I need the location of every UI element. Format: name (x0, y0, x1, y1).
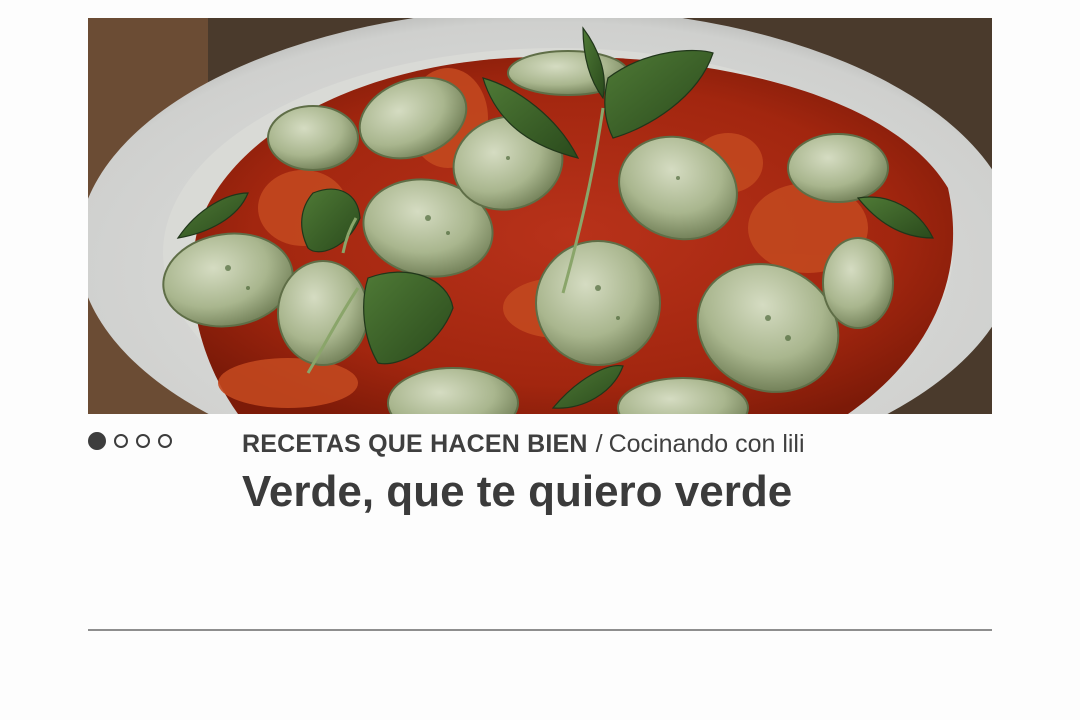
slide-image[interactable] (88, 18, 992, 414)
hero-slider[interactable] (88, 18, 992, 414)
slide-caption: RECETAS QUE HACEN BIEN / Cocinando con lil… (242, 426, 982, 520)
slider-dot-2[interactable] (114, 434, 128, 448)
author-link[interactable]: Cocinando con lili (609, 430, 805, 458)
slider-pagination (88, 432, 172, 450)
divider (88, 629, 992, 631)
slider-dot-1[interactable] (88, 432, 106, 450)
meta-separator: / (595, 430, 603, 458)
section-link[interactable]: RECETAS QUE HACEN BIEN (242, 430, 588, 458)
article-title[interactable]: Verde, que te quiero verde (242, 464, 982, 520)
slider-dot-4[interactable] (158, 434, 172, 448)
article-meta: RECETAS QUE HACEN BIEN / Cocinando con lil… (242, 426, 982, 462)
slider-dot-3[interactable] (136, 434, 150, 448)
